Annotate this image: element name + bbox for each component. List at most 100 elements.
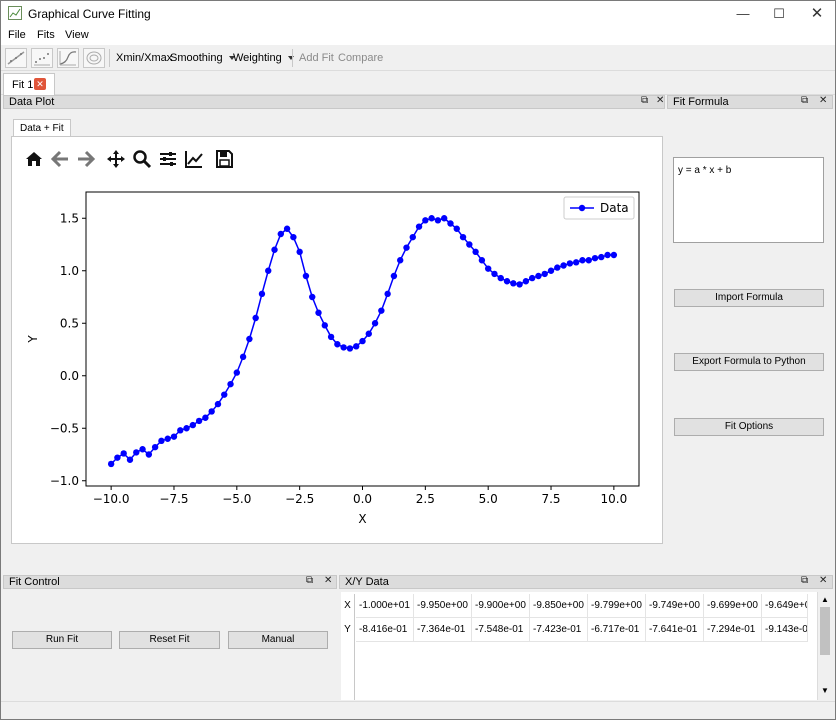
float-dock-icon[interactable]: ⧉: [306, 575, 313, 586]
table-cell[interactable]: -9.850e+00: [530, 594, 588, 618]
table-cell[interactable]: -7.294e-01: [704, 618, 762, 642]
run-fit-button[interactable]: Run Fit: [12, 631, 112, 649]
data-point: [283, 225, 291, 232]
data-point: [258, 290, 266, 298]
configure-subplots-icon[interactable]: [157, 149, 179, 171]
table-cell[interactable]: -7.641e-01: [646, 618, 704, 642]
close-window-button[interactable]: ✕: [799, 1, 835, 27]
weighting-dropdown[interactable]: Weighting: [233, 52, 294, 64]
manual-button[interactable]: Manual: [228, 631, 328, 649]
table-cell[interactable]: -9.799e+00: [588, 594, 646, 618]
close-dock-icon[interactable]: ✕: [819, 575, 827, 586]
table-cell[interactable]: -9.900e+00: [472, 594, 530, 618]
data-point: [422, 217, 429, 224]
data-point: [221, 391, 228, 398]
scatter-icon[interactable]: [31, 48, 53, 68]
data-point: [554, 264, 561, 271]
table-cell[interactable]: -8.416e-01: [356, 618, 414, 642]
back-arrow-icon[interactable]: [49, 149, 71, 171]
table-cell[interactable]: -9.749e+00: [646, 594, 704, 618]
menu-view[interactable]: View: [65, 29, 89, 41]
close-dock-icon[interactable]: ✕: [656, 95, 664, 106]
data-point: [484, 265, 492, 272]
float-dock-icon[interactable]: ⧉: [801, 575, 808, 586]
float-dock-icon[interactable]: ⧉: [641, 95, 648, 106]
pan-move-icon[interactable]: [105, 149, 127, 171]
title-bar: Graphical Curve Fitting — ☐ ✕: [1, 1, 835, 27]
window-title: Graphical Curve Fitting: [28, 7, 151, 21]
float-dock-icon[interactable]: ⧉: [801, 95, 808, 106]
data-point: [365, 330, 372, 337]
xmin-xmax-button[interactable]: Xmin/Xmax: [116, 52, 172, 64]
curve-icon[interactable]: [57, 48, 79, 68]
home-icon[interactable]: [23, 149, 45, 171]
data-point: [522, 278, 530, 285]
close-dock-icon[interactable]: ✕: [819, 95, 827, 106]
compare-button[interactable]: Compare: [338, 52, 383, 64]
data-point: [516, 281, 523, 288]
tab-data-plus-fit[interactable]: Data + Fit: [13, 119, 71, 137]
zoom-magnifier-icon[interactable]: [131, 149, 153, 171]
reset-fit-button[interactable]: Reset Fit: [119, 631, 220, 649]
data-point: [528, 274, 536, 282]
menu-fits[interactable]: Fits: [37, 29, 55, 41]
table-cell[interactable]: -1.000e+01: [356, 594, 414, 618]
table-cell[interactable]: -9.950e+00: [414, 594, 472, 618]
data-point: [120, 450, 127, 457]
data-point: [302, 272, 310, 280]
maximize-button[interactable]: ☐: [761, 1, 797, 27]
import-formula-button[interactable]: Import Formula: [674, 289, 824, 307]
table-cell[interactable]: -6.717e-01: [588, 618, 646, 642]
weighting-label: Weighting: [233, 52, 282, 64]
data-point: [541, 270, 548, 278]
data-point: [491, 270, 498, 278]
export-formula-button[interactable]: Export Formula to Python: [674, 353, 824, 371]
status-bar: [1, 701, 835, 719]
forward-arrow-icon[interactable]: [75, 149, 97, 171]
scroll-up-icon[interactable]: ▲: [821, 595, 829, 604]
table-vertical-scrollbar[interactable]: ▲ ▼: [817, 592, 832, 700]
data-point: [560, 262, 567, 269]
x-tick-label: 5.0: [479, 492, 498, 506]
table-cell[interactable]: -9.649e+00: [762, 594, 808, 618]
dock-title: X/Y Data: [345, 576, 389, 588]
formula-text-box[interactable]: y = a * x + b: [673, 157, 824, 243]
edit-axis-icon[interactable]: [183, 149, 205, 171]
y-tick-label: 0.0: [60, 369, 79, 383]
data-point: [277, 230, 285, 238]
menu-file[interactable]: File: [8, 29, 26, 41]
table-cell[interactable]: -7.548e-01: [472, 618, 530, 642]
fit-options-button[interactable]: Fit Options: [674, 418, 824, 436]
data-point: [340, 344, 347, 351]
data-point: [610, 251, 618, 259]
y-tick-label: 1.5: [60, 211, 79, 225]
data-point: [271, 246, 278, 253]
data-point: [535, 272, 542, 280]
close-tab-icon[interactable]: ✕: [34, 78, 46, 90]
scroll-down-icon[interactable]: ▼: [821, 686, 829, 695]
add-fit-button[interactable]: Add Fit: [299, 52, 334, 64]
data-point: [371, 320, 379, 327]
table-cell[interactable]: -7.364e-01: [414, 618, 472, 642]
data-point: [334, 341, 341, 348]
table-cell[interactable]: -9.699e+00: [704, 594, 762, 618]
data-point: [397, 257, 404, 264]
line-fit-icon[interactable]: [5, 48, 27, 68]
circle-icon[interactable]: [83, 48, 105, 68]
smoothing-dropdown[interactable]: Smoothing: [170, 52, 235, 64]
minimize-button[interactable]: —: [725, 1, 761, 27]
x-tick-label: 2.5: [416, 492, 435, 506]
close-dock-icon[interactable]: ✕: [324, 575, 332, 586]
x-tick-label: 10.0: [601, 492, 628, 506]
scroll-thumb[interactable]: [820, 607, 830, 655]
tab-fit-1[interactable]: Fit 1 ✕: [3, 73, 55, 95]
table-cell[interactable]: -9.143e-01: [762, 618, 808, 642]
toolbar-separator: [292, 49, 293, 67]
save-figure-icon[interactable]: [213, 149, 235, 171]
data-point: [214, 400, 222, 408]
y-tick-label: −0.5: [50, 421, 79, 435]
table-cell[interactable]: -7.423e-01: [530, 618, 588, 642]
data-point: [598, 253, 605, 261]
data-point: [503, 278, 511, 285]
smoothing-label: Smoothing: [170, 52, 223, 64]
